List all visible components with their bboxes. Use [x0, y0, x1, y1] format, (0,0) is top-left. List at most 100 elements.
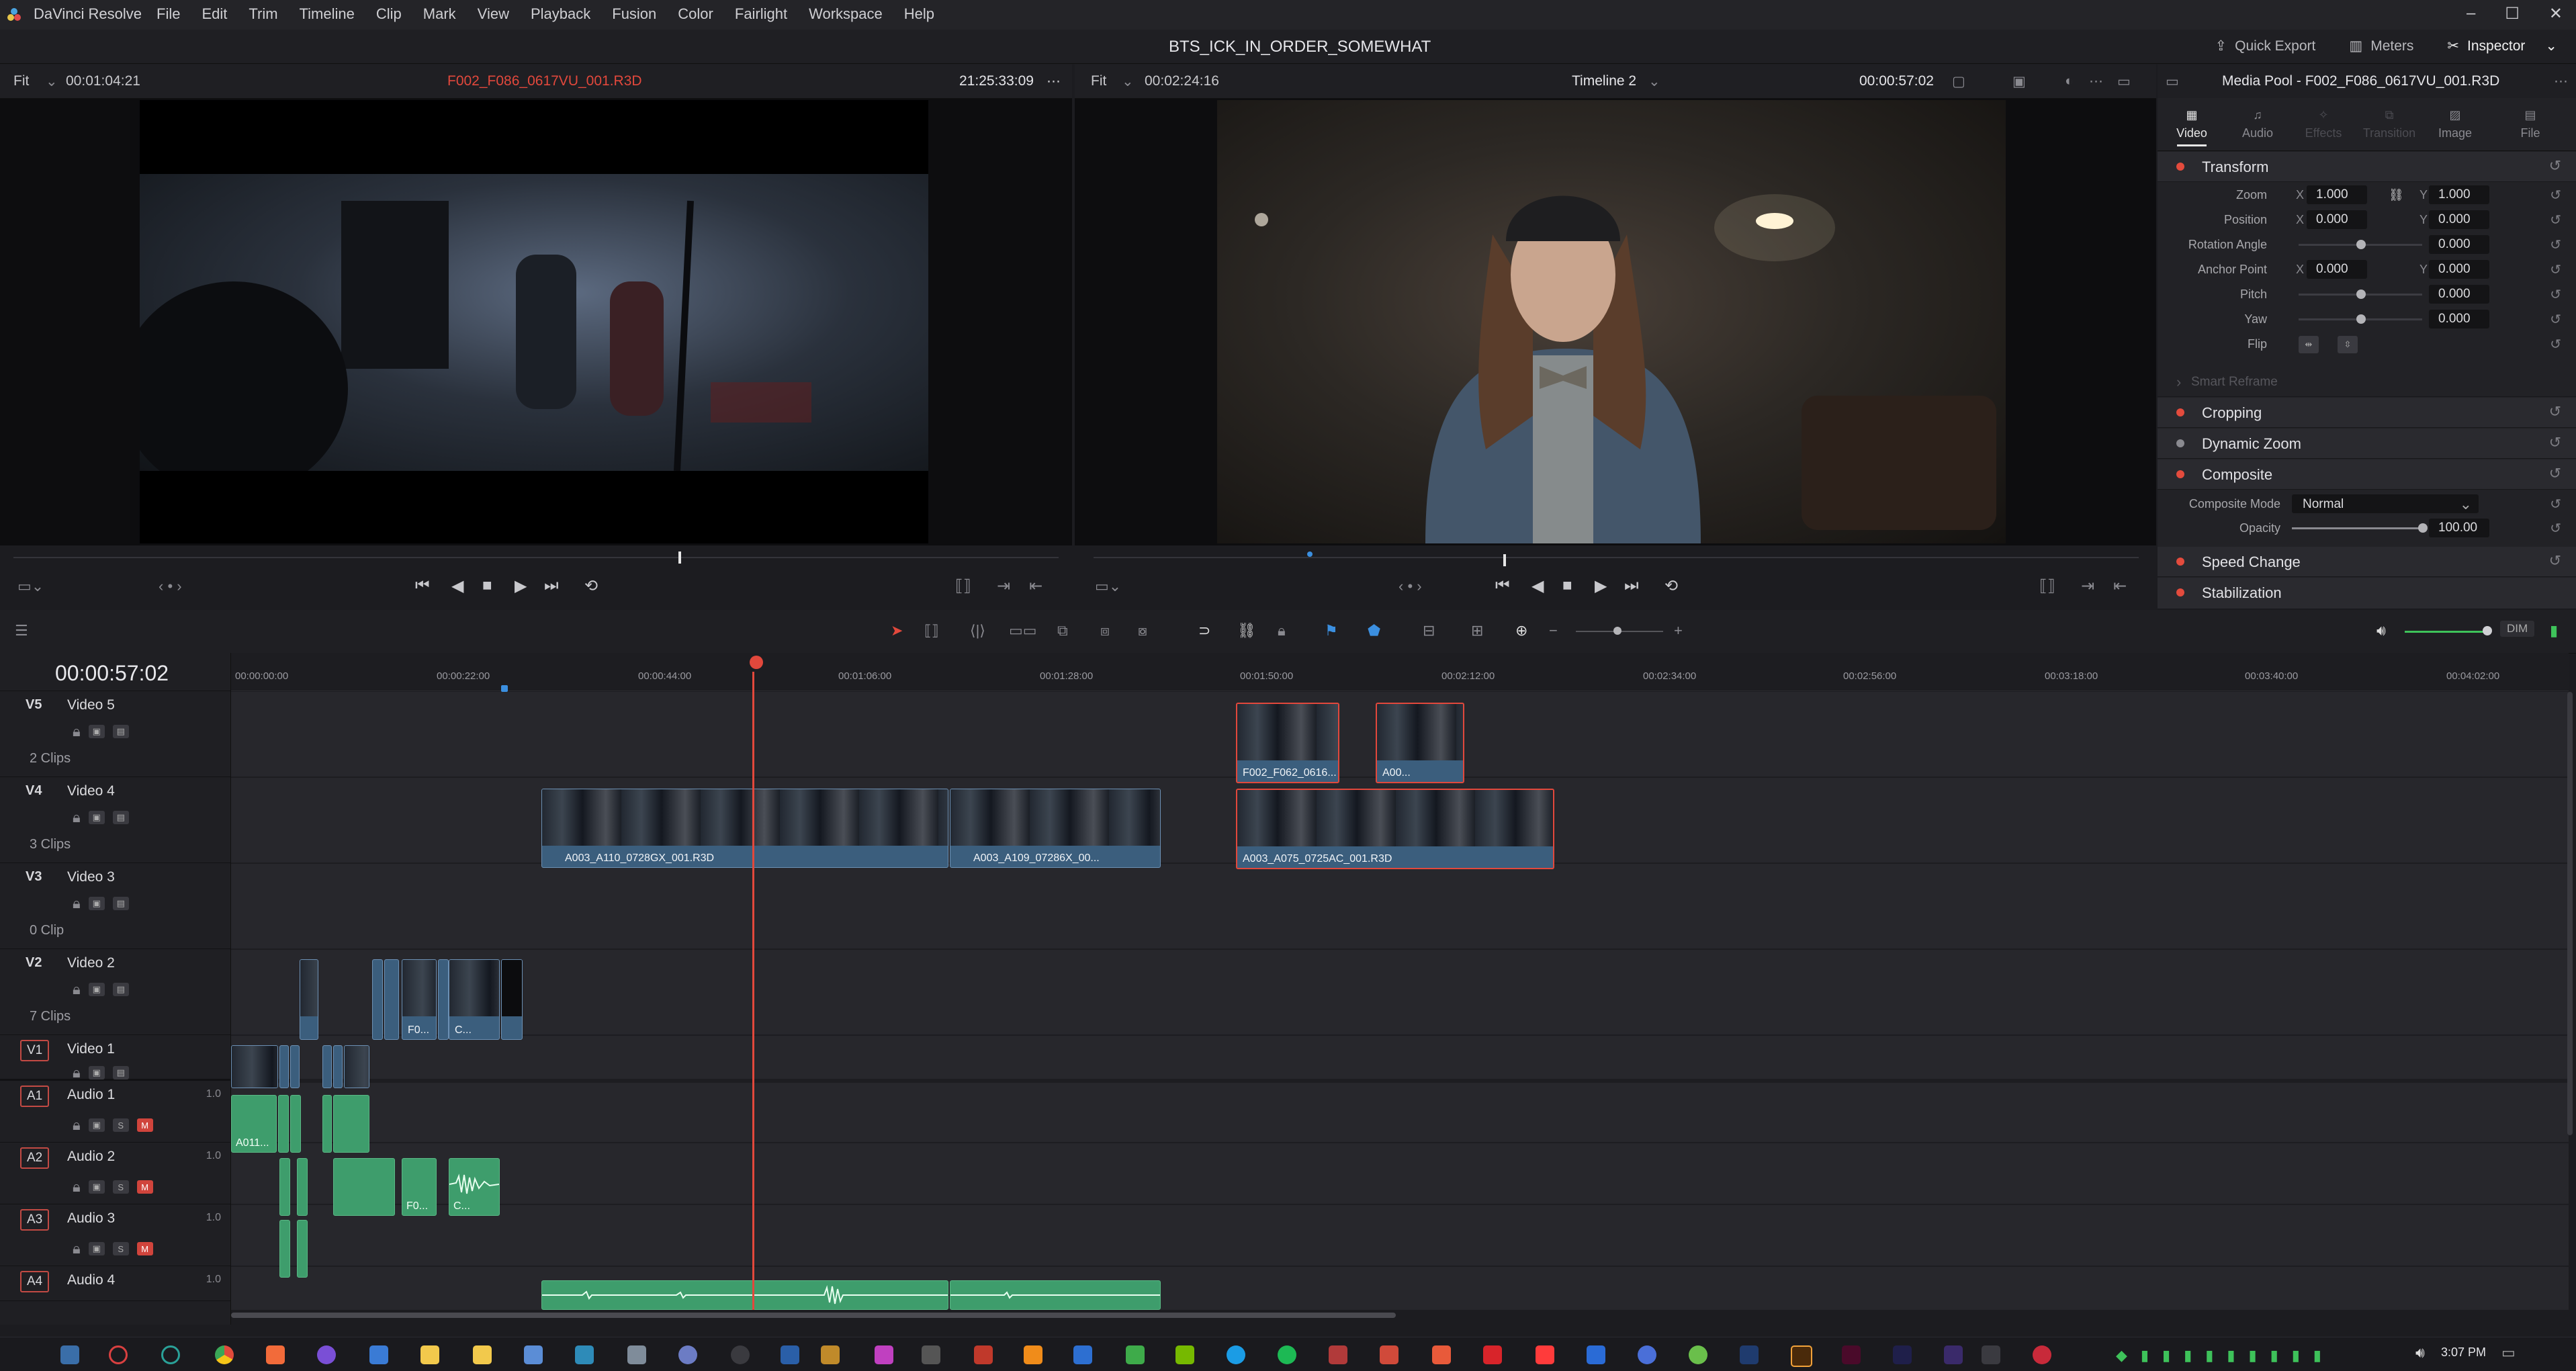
chrome-icon[interactable]	[215, 1345, 234, 1364]
lock-icon[interactable]: 🔒︎	[73, 981, 81, 998]
tab-file[interactable]: ▤ File	[2500, 103, 2561, 140]
app-icon[interactable]	[922, 1345, 940, 1364]
enable-dot-icon[interactable]	[2176, 163, 2184, 171]
audio-clip-a1-2[interactable]	[278, 1095, 289, 1153]
audio-clip-a2-4[interactable]: F0...	[402, 1158, 437, 1216]
zoom-y-field[interactable]: 1.000	[2429, 185, 2489, 204]
speaker-icon[interactable]: 🔊︎	[2377, 622, 2386, 639]
stop-icon[interactable]: ■	[1562, 576, 1572, 595]
reset-icon[interactable]: ↺	[2549, 403, 2561, 421]
tray-icon[interactable]: ▮	[2270, 1347, 2278, 1364]
speed-change-section[interactable]: Speed Change ↺	[2158, 547, 2576, 577]
detail-zoom-icon[interactable]: ⊞	[1471, 622, 1483, 639]
position-y-field[interactable]: 0.000	[2429, 210, 2489, 229]
pitch-field[interactable]: 0.000	[2429, 285, 2489, 304]
app-icon[interactable]	[2033, 1345, 2051, 1364]
clip-v2-3[interactable]	[384, 959, 399, 1040]
app-icon[interactable]	[1126, 1345, 1145, 1364]
nvidia-icon[interactable]	[1175, 1345, 1194, 1364]
track-enable-icon[interactable]: ▤	[112, 1066, 129, 1079]
menu-timeline[interactable]: Timeline	[289, 5, 365, 23]
tray-icon[interactable]: ▮	[2313, 1347, 2321, 1364]
playback-icon[interactable]: ▣	[2012, 73, 2026, 90]
chevron-down-icon[interactable]: ⌄	[1122, 73, 1134, 90]
smart-reframe-section[interactable]: › Smart Reframe	[2158, 367, 2576, 397]
app-icon[interactable]	[731, 1345, 750, 1364]
go-to-end-icon[interactable]: ⏭	[1624, 576, 1639, 595]
snapping-icon[interactable]: ⊃	[1198, 622, 1210, 639]
playhead-line[interactable]	[752, 672, 754, 1310]
track-enable-icon[interactable]: ▤	[112, 897, 129, 910]
rotation-field[interactable]: 0.000	[2429, 235, 2489, 254]
tray-icon[interactable]: ▮	[2227, 1347, 2235, 1364]
clip-v1-5[interactable]	[333, 1045, 343, 1088]
go-to-start-icon[interactable]: ⏮	[415, 576, 430, 595]
zoom-slider-knob[interactable]	[1613, 627, 1622, 635]
menu-trim[interactable]: Trim	[238, 5, 288, 23]
app-icon[interactable]	[1587, 1345, 1605, 1364]
track-header-a3[interactable]: A3 Audio 3 1.0 🔒︎ ▣ S M	[0, 1205, 230, 1266]
viewer-mode-icon[interactable]: ▢	[1952, 73, 1965, 90]
vscode-icon[interactable]	[369, 1345, 388, 1364]
app-icon[interactable]	[821, 1345, 840, 1364]
go-to-end-icon[interactable]: ⏭	[544, 576, 559, 595]
options-icon[interactable]: ⋯	[2089, 73, 2103, 90]
tray-icon[interactable]: ▮	[2162, 1347, 2170, 1364]
track-header-a1[interactable]: A1 Audio 1 1.0 🔒︎ ▣ S M	[0, 1081, 230, 1143]
reset-icon[interactable]: ↺	[2550, 187, 2561, 204]
source-fit-dropdown[interactable]: Fit	[13, 73, 29, 89]
enable-dot-icon[interactable]	[2176, 408, 2184, 416]
browser-icon[interactable]	[161, 1345, 180, 1364]
volume-slider[interactable]	[2405, 631, 2485, 633]
clip-v2-7[interactable]	[501, 959, 523, 1040]
tray-icon[interactable]: ▮	[2248, 1347, 2256, 1364]
pitch-slider-knob[interactable]	[2356, 290, 2366, 299]
anchor-y-field[interactable]: 0.000	[2429, 260, 2489, 279]
track-id[interactable]: A3	[20, 1209, 50, 1231]
reset-icon[interactable]: ↺	[2549, 465, 2561, 482]
reset-icon[interactable]: ↺	[2549, 434, 2561, 451]
clip-v1-4[interactable]	[322, 1045, 332, 1088]
solo-button[interactable]: S	[112, 1180, 129, 1194]
menu-playback[interactable]: Playback	[520, 5, 601, 23]
custom-zoom-icon[interactable]: ⊕	[1515, 622, 1527, 639]
stabilization-section[interactable]: Stabilization	[2158, 578, 2576, 609]
replace-clip-icon[interactable]: ⧇	[1138, 622, 1147, 639]
app-icon[interactable]	[1483, 1345, 1502, 1364]
track-id[interactable]: A1	[20, 1086, 50, 1107]
clip-v4-3[interactable]: A003_A075_0725AC_001.R3D	[1236, 789, 1554, 869]
opacity-slider-knob[interactable]	[2418, 523, 2428, 533]
solo-button[interactable]: S	[112, 1118, 129, 1132]
firefox-icon[interactable]	[317, 1345, 336, 1364]
dynamic-zoom-section[interactable]: Dynamic Zoom ↺	[2158, 429, 2576, 459]
folder-icon[interactable]	[473, 1345, 492, 1364]
track-name[interactable]: Audio 1	[67, 1087, 115, 1103]
auto-select-icon[interactable]: ▣	[88, 983, 105, 996]
auto-select-icon[interactable]: ▣	[88, 811, 105, 824]
track-header-v3[interactable]: V3 Video 3 🔒︎ ▣ ▤ 0 Clip	[0, 864, 230, 949]
menu-workspace[interactable]: Workspace	[798, 5, 893, 23]
timeline-fit-dropdown[interactable]: Fit	[1091, 73, 1106, 89]
lock-icon[interactable]: 🔒︎	[73, 1178, 81, 1196]
calculator-icon[interactable]	[627, 1345, 646, 1364]
track-enable-icon[interactable]: ▤	[112, 725, 129, 738]
app-icon[interactable]	[974, 1345, 993, 1364]
tab-video[interactable]: ▦ Video	[2162, 103, 2222, 146]
app-icon[interactable]	[1689, 1345, 1707, 1364]
track-name[interactable]: Video 2	[67, 955, 115, 971]
clip-v1-2[interactable]	[279, 1045, 289, 1088]
audio-clip-a1-5[interactable]	[333, 1095, 369, 1153]
tray-icon[interactable]: ▮	[2184, 1347, 2192, 1364]
enable-dot-icon[interactable]	[2176, 470, 2184, 478]
clip-v2-1[interactable]	[300, 959, 318, 1040]
audio-clip-a1-3[interactable]	[290, 1095, 301, 1153]
app-icon[interactable]	[1536, 1345, 1554, 1364]
full-extent-zoom-icon[interactable]: ⊟	[1423, 622, 1435, 639]
tray-icon[interactable]: ◆	[2116, 1347, 2127, 1364]
timeline-playhead-handle[interactable]	[1503, 554, 1506, 566]
chevron-down-icon[interactable]: ⌄	[46, 73, 58, 90]
linked-selection-icon[interactable]: ⛓	[1237, 622, 1256, 639]
mark-out-icon[interactable]: ⇤	[1029, 576, 1042, 596]
track-header-v1[interactable]: V1 Video 1 🔒︎ ▣ ▤	[0, 1036, 230, 1081]
marker-icon[interactable]	[1307, 551, 1313, 557]
